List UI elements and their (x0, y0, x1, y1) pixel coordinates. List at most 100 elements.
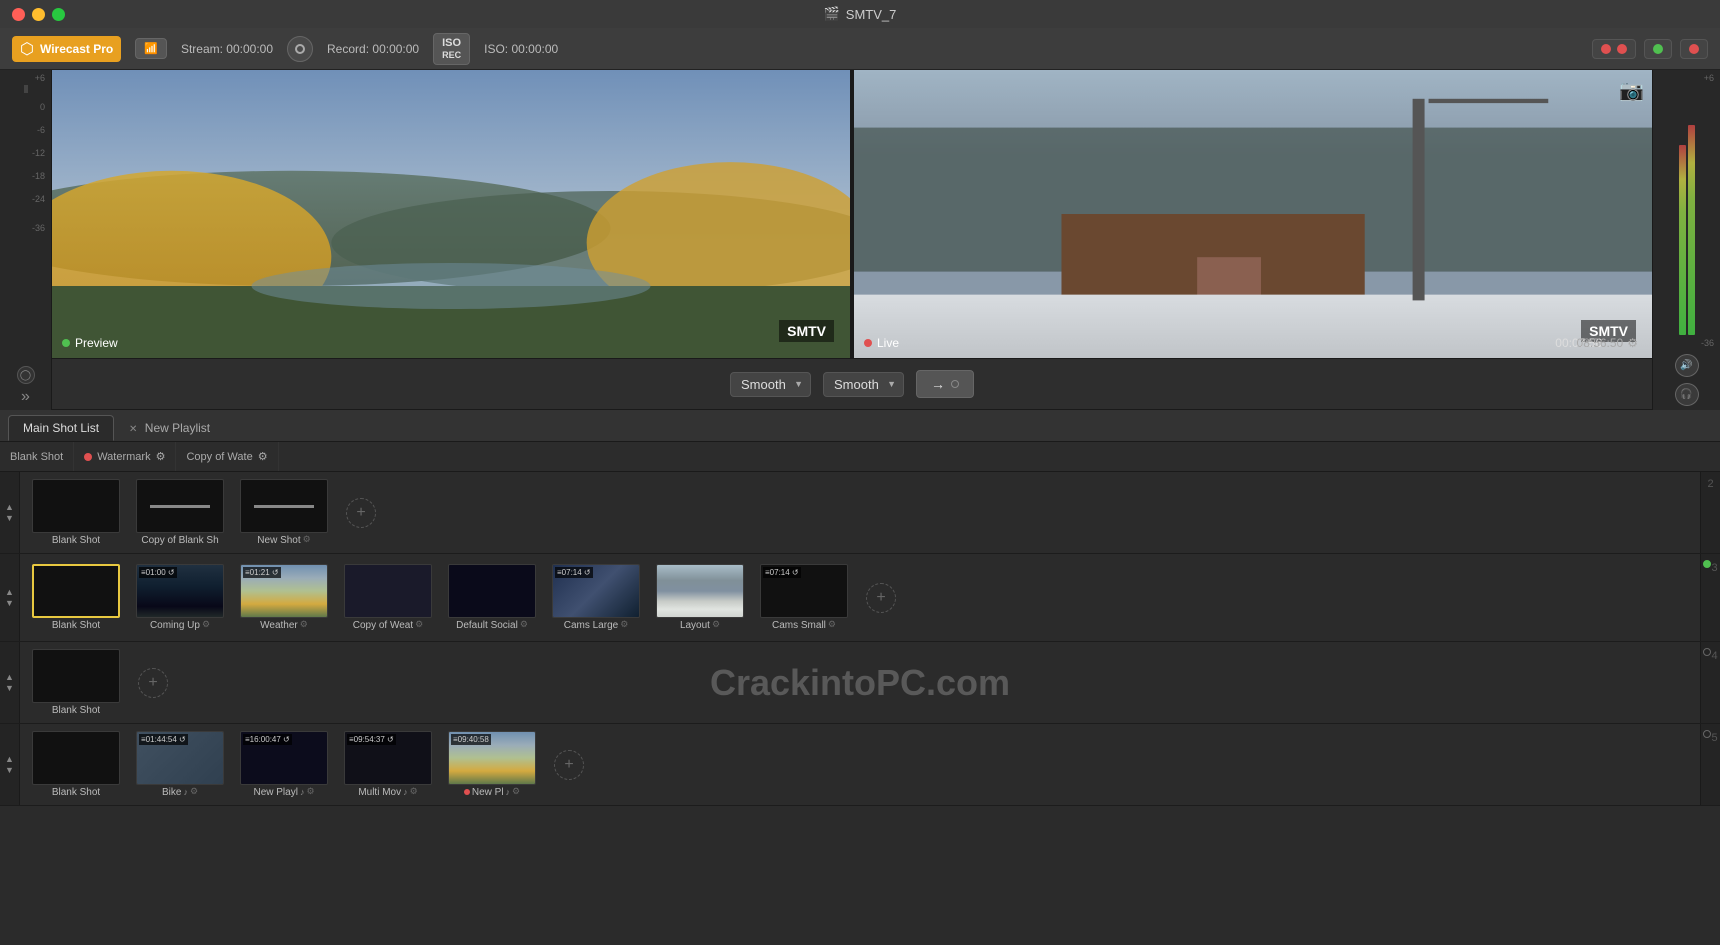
cams-large-duration: ≡07:14 ↺ (555, 567, 593, 578)
tab-main-shot-list[interactable]: Main Shot List (8, 415, 114, 441)
tab-new-playlist[interactable]: ✕ New Playlist (114, 415, 225, 441)
layer-2-add-button[interactable]: + (346, 498, 376, 528)
layer-2-shot-blank[interactable]: Blank Shot (26, 479, 126, 546)
cams-small-gear-icon[interactable]: ⚙ (828, 619, 836, 630)
shot-list-container: Main Shot List ✕ New Playlist Blank Shot… (0, 410, 1720, 945)
layer-3-shot-coming-up[interactable]: ≡01:00 ↺ Coming Up ⚙ (130, 564, 230, 631)
layer-3-shot-cams-small[interactable]: ≡07:14 ↺ Cams Small ⚙ (754, 564, 854, 631)
layer-3-indicator: 3 (1700, 554, 1720, 641)
master-item-copy-of-water[interactable]: Copy of Wate ⚙ (176, 442, 278, 471)
layer-2-up-arrow[interactable]: ▲ (5, 502, 14, 512)
live-indicator[interactable] (1644, 39, 1672, 59)
record-indicator[interactable] (1680, 39, 1708, 59)
headphone-button[interactable]: 🎧 (1675, 383, 1699, 406)
layer-2-new-thumb (240, 479, 328, 533)
smooth-select-right[interactable]: Smooth (823, 372, 904, 397)
layer-5-up-arrow[interactable]: ▲ (5, 754, 14, 764)
layer-5-shot-new-playl[interactable]: ≡16:00:47 ↺ New Playl ♪ ⚙ (234, 731, 334, 798)
weather-gear-icon[interactable]: ⚙ (300, 619, 308, 630)
layout-bg (657, 565, 743, 617)
layer-2-shot-copy-blank[interactable]: Copy of Blank Sh (130, 479, 230, 546)
layer-5-controls[interactable]: ▲ ▼ (0, 724, 20, 805)
layer-4-content: Blank Shot + CrackintoPC.com (20, 642, 1700, 723)
new-playl-gear-icon[interactable]: ⚙ (306, 786, 314, 797)
layer-3-controls[interactable]: ▲ ▼ (0, 554, 20, 641)
minimize-button[interactable] (32, 8, 45, 21)
copy-weather-gear-icon[interactable]: ⚙ (415, 619, 423, 630)
layer-5-shot-new-pl[interactable]: ≡09:40:58 New Pl ♪ ⚙ (442, 731, 542, 798)
tab-close-icon[interactable]: ✕ (129, 424, 137, 435)
add-icon-5: + (564, 756, 573, 774)
layer-5-shot-multi-mov[interactable]: ≡09:54:37 ↺ Multi Mov ♪ ⚙ (338, 731, 438, 798)
layer-3-down-arrow[interactable]: ▼ (5, 598, 14, 608)
maximize-button[interactable] (52, 8, 65, 21)
layer-3-shot-blank[interactable]: Blank Shot (26, 564, 126, 631)
live-settings[interactable]: 08:56:50 ⚙ (1577, 336, 1638, 350)
coming-up-gear-icon[interactable]: ⚙ (202, 619, 210, 630)
expand-panel-button[interactable]: » (21, 388, 30, 406)
layer-3-shot-cams-large[interactable]: ≡07:14 ↺ Cams Large ⚙ (546, 564, 646, 631)
preview-label-right: Live (864, 336, 899, 350)
layer-3-shot-copy-weather[interactable]: Copy of Weat ⚙ (338, 564, 438, 631)
layer-3-add-button[interactable]: + (866, 583, 896, 613)
traffic-lights (12, 8, 65, 21)
layer-5-down-arrow[interactable]: ▼ (5, 765, 14, 775)
bike-duration: ≡01:44:54 ↺ (139, 734, 188, 745)
layer-2-copy-blank-thumb (136, 479, 224, 533)
multi-gear-icon[interactable]: ⚙ (410, 786, 418, 797)
record-button[interactable] (287, 36, 313, 62)
wifi-button[interactable]: 📶 (135, 38, 167, 59)
new-pl-gear-icon[interactable]: ⚙ (512, 786, 520, 797)
layer-5-shot-blank[interactable]: Blank Shot (26, 731, 126, 798)
layer-4-controls[interactable]: ▲ ▼ (0, 642, 20, 723)
layer-2-controls[interactable]: ▲ ▼ (0, 472, 20, 553)
preview-watermark-left: SMTV (779, 320, 834, 342)
new-playl-label-row: New Playl ♪ ⚙ (253, 785, 314, 798)
headphone-icon: 🎧 (1680, 389, 1692, 400)
layer-2-new-gear-icon[interactable]: ⚙ (303, 534, 311, 545)
smooth-select-left[interactable]: Smooth (730, 372, 811, 397)
cams-large-gear-icon[interactable]: ⚙ (620, 619, 628, 630)
layer-2-shot-new[interactable]: New Shot ⚙ (234, 479, 334, 546)
multi-label: Multi Mov (358, 787, 401, 798)
layer-5-add-button[interactable]: + (554, 750, 584, 780)
layer-3-up-arrow[interactable]: ▲ (5, 587, 14, 597)
layer-3-shot-default-social[interactable]: Default Social ⚙ (442, 564, 542, 631)
layer-3-shot-layout[interactable]: Layout ⚙ (650, 564, 750, 631)
layer-5-shot-bike[interactable]: ≡01:44:54 ↺ Bike ♪ ⚙ (130, 731, 230, 798)
copy-water-gear-icon[interactable]: ⚙ (258, 450, 268, 463)
bike-gear-icon[interactable]: ⚙ (190, 786, 198, 797)
vu-knob-left[interactable]: ◯ (17, 366, 35, 384)
layer-4-indicator: 4 (1700, 642, 1720, 723)
social-gear-icon[interactable]: ⚙ (520, 619, 528, 630)
cams-small-duration: ≡07:14 ↺ (763, 567, 801, 578)
speaker-button[interactable]: 🔊 (1675, 354, 1699, 377)
master-item-blank-shot[interactable]: Blank Shot (0, 442, 74, 471)
vu-channel-2 (1688, 95, 1695, 335)
vu-scale-neg24: -24 (0, 195, 51, 204)
watermark-gear-icon[interactable]: ⚙ (156, 450, 166, 463)
go-button[interactable]: → (916, 370, 974, 398)
iso-button[interactable]: ISO REC (433, 33, 470, 65)
layer-row-3: ▲ ▼ Blank Shot ≡01:00 ↺ (0, 554, 1720, 642)
layer-5-bike-thumb: ≡01:44:54 ↺ (136, 731, 224, 785)
cams-small-label-row: Cams Small ⚙ (772, 618, 836, 631)
close-button[interactable] (12, 8, 25, 21)
layer-2-down-arrow[interactable]: ▼ (5, 513, 14, 523)
camera-person-icon: 📷 (1619, 78, 1644, 103)
vu-scale-neg18: -18 (0, 172, 51, 181)
layout-gear-icon[interactable]: ⚙ (712, 619, 720, 630)
layer-4-down-arrow[interactable]: ▼ (5, 683, 14, 693)
layer-4-up-arrow[interactable]: ▲ (5, 672, 14, 682)
coming-up-label: Coming Up (150, 620, 200, 631)
layer-5-radio-dot (1703, 730, 1711, 738)
layer-3-shot-weather[interactable]: ≡01:21 ↺ Weather ⚙ (234, 564, 334, 631)
layer-4-add-button[interactable]: + (138, 668, 168, 698)
master-item-watermark[interactable]: Watermark ⚙ (74, 442, 176, 471)
vu-bar-ch2 (1688, 125, 1695, 335)
layer-4-shot-blank[interactable]: Blank Shot (26, 649, 126, 716)
vu-right-bars (1679, 87, 1695, 335)
new-playl-audio-icon: ♪ (300, 787, 305, 797)
preview-status-dot (62, 339, 70, 347)
stream-indicator[interactable] (1592, 39, 1636, 59)
